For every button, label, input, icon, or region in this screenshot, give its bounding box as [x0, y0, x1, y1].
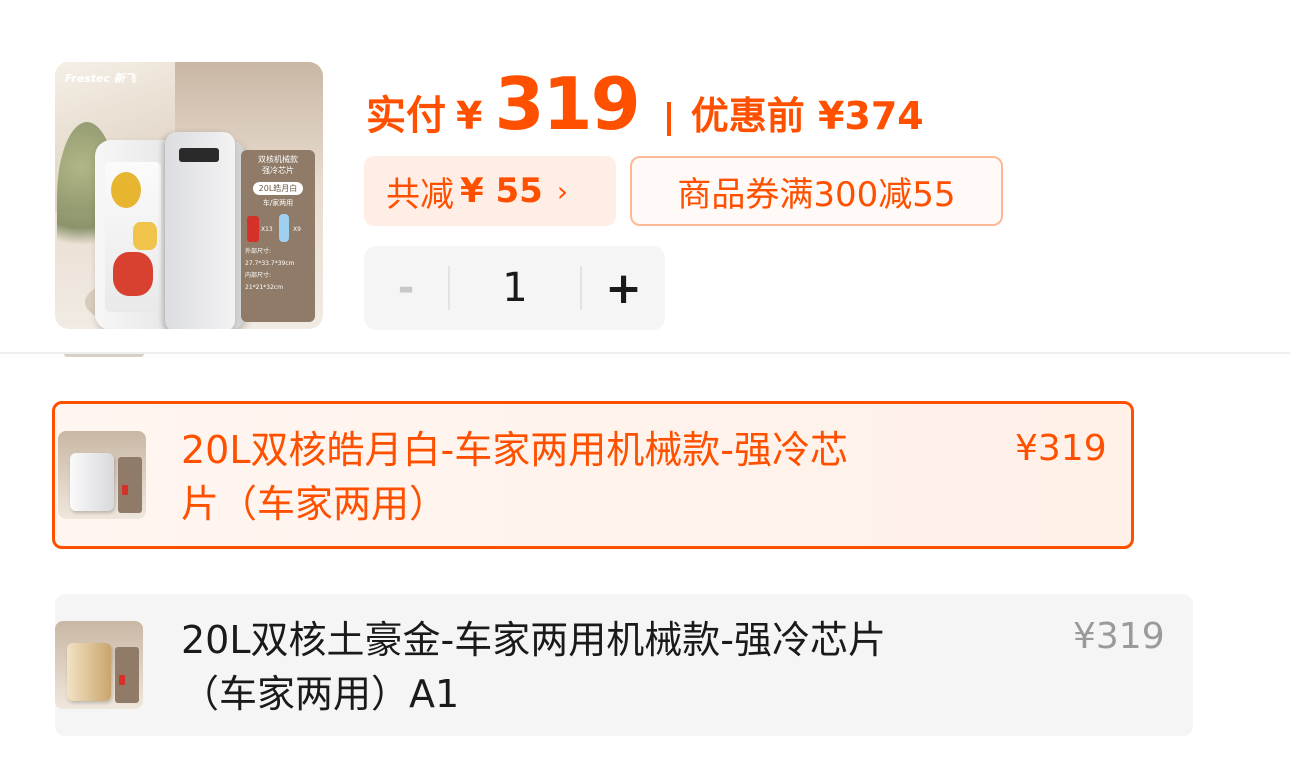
- can-mini: [122, 485, 128, 495]
- spec-panel: 双核机械款 强冷芯片 20L皓月白 车/家两用 X13 X9 外部尺寸: 27.…: [241, 150, 315, 322]
- spec-usage: 车/家两用: [262, 199, 294, 207]
- section-divider: [0, 352, 1290, 354]
- variant-thumbnail: [58, 431, 146, 519]
- bottle-icon: [279, 214, 289, 242]
- variant-name-line1: 20L双核皓月白-车家两用机械款-强冷芯: [181, 428, 848, 472]
- discount-label: 共减: [386, 174, 454, 215]
- inner-size-label: 内部尺寸:: [245, 272, 272, 279]
- inner-size: 21*21*32cm: [245, 284, 284, 291]
- scrolled-content-edge: [64, 354, 144, 357]
- fridge-mini: [67, 643, 111, 701]
- fridge-display: [179, 148, 219, 162]
- outer-size-label: 外部尺寸:: [245, 248, 272, 255]
- variant-name-line2: （车家两用）A1: [181, 672, 460, 716]
- can-mini: [119, 675, 125, 685]
- fridge-door: [165, 132, 235, 329]
- quantity-stepper: - 1 +: [364, 246, 665, 330]
- variant-option-selected[interactable]: 20L双核皓月白-车家两用机械款-强冷芯 片（车家两用） ¥319: [52, 401, 1134, 549]
- decrement-button[interactable]: -: [364, 246, 448, 330]
- spec-title-1: 双核机械款: [258, 155, 298, 164]
- variant-price: ¥319: [1073, 616, 1165, 657]
- product-image[interactable]: Frestec 新飞 双核机械款 强冷芯片 20L皓月白 车/家两用 X13 X…: [55, 62, 323, 329]
- food-item: [133, 222, 157, 250]
- variant-thumbnail: [55, 621, 143, 709]
- variant-name-line2: 片（车家两用）: [181, 482, 448, 526]
- food-item: [111, 172, 141, 208]
- paid-price: 319: [494, 62, 640, 146]
- variant-option[interactable]: 20L双核土豪金-车家两用机械款-强冷芯片 （车家两用）A1 ¥319: [55, 594, 1193, 736]
- quantity-value[interactable]: 1: [450, 246, 580, 330]
- capacity-illustration: X13 X9: [243, 214, 313, 244]
- outer-size: 27.7*33.7*39cm: [245, 260, 295, 267]
- price-row: 实付 ¥ 319 优惠前 ¥374: [366, 62, 924, 148]
- can-icon: [247, 216, 259, 242]
- coupon-badge[interactable]: 商品券满300减55: [630, 156, 1003, 226]
- spec-variant-pill: 20L皓月白: [252, 182, 304, 195]
- can-count: X13: [261, 226, 273, 233]
- variant-price: ¥319: [1015, 428, 1107, 469]
- fridge-mini: [70, 453, 114, 511]
- discount-amount: ¥ 55: [460, 171, 543, 211]
- currency-symbol: ¥: [456, 94, 483, 138]
- original-price: 优惠前 ¥374: [690, 94, 924, 138]
- variant-name: 20L双核皓月白-车家两用机械款-强冷芯 片（车家两用）: [181, 423, 848, 531]
- price-separator: [666, 102, 671, 136]
- variant-name: 20L双核土豪金-车家两用机械款-强冷芯片 （车家两用）A1: [181, 613, 886, 721]
- spec-title-2: 强冷芯片: [262, 166, 294, 175]
- brand-logo: Frestec 新飞: [65, 72, 136, 85]
- chevron-right-icon: ›: [556, 174, 569, 208]
- bottle-count: X9: [293, 226, 301, 233]
- increment-button[interactable]: +: [582, 246, 665, 330]
- paid-label: 实付: [366, 93, 446, 139]
- variant-name-line1: 20L双核土豪金-车家两用机械款-强冷芯片: [181, 618, 886, 662]
- food-item: [113, 252, 153, 296]
- coupon-label: 商品券满300减55: [677, 174, 956, 215]
- total-discount-button[interactable]: 共减 ¥ 55 ›: [364, 156, 616, 226]
